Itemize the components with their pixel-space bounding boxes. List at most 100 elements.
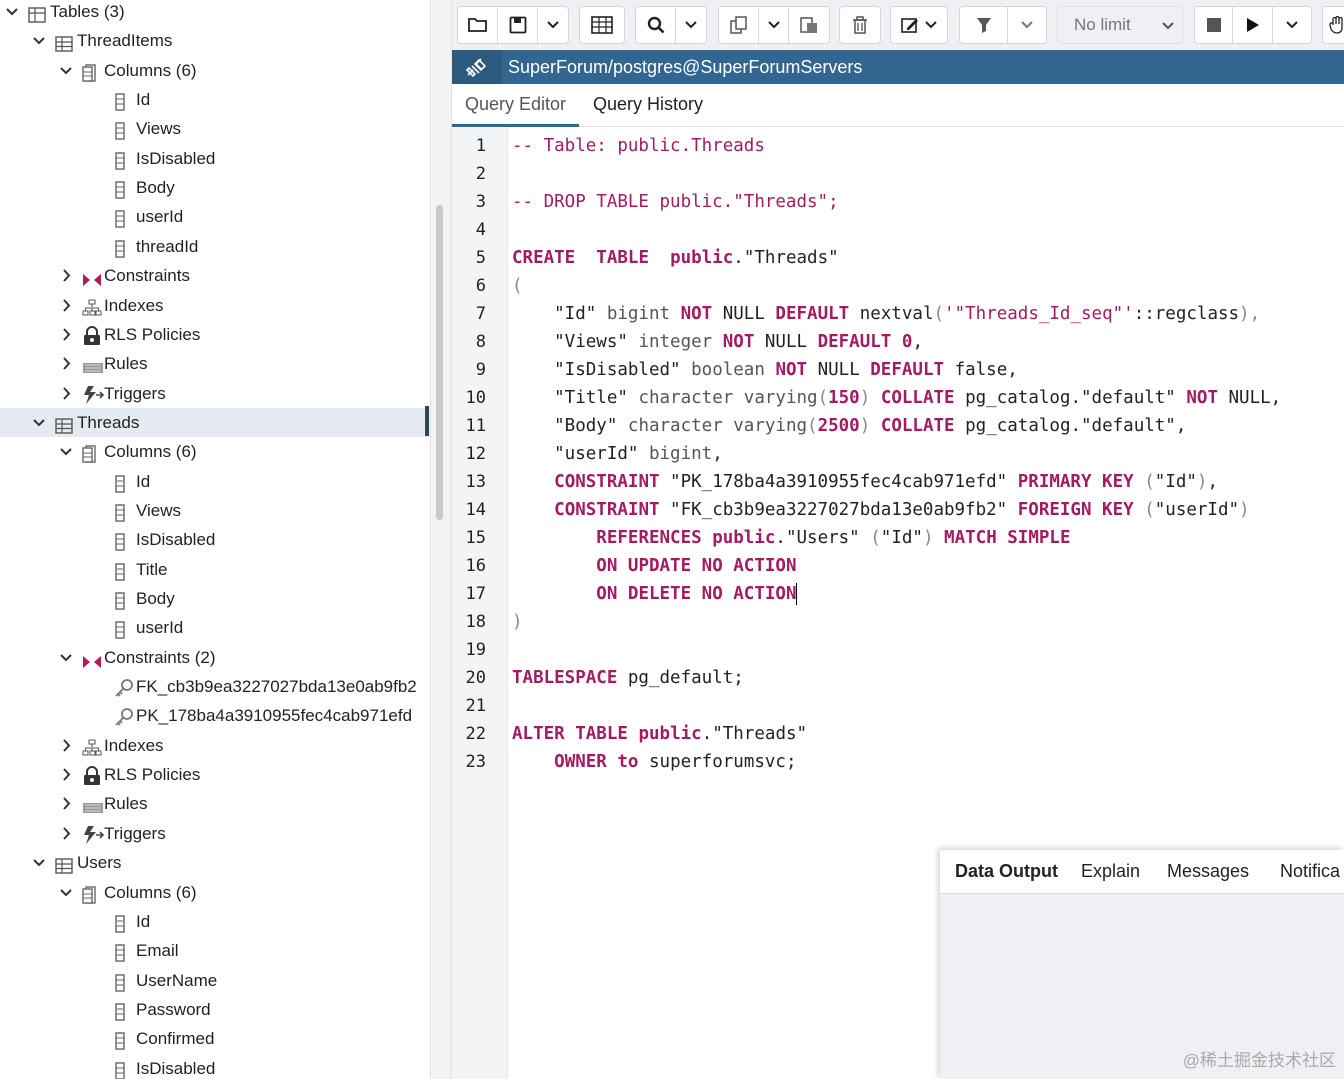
tree-row-isdisabled[interactable]: IsDisabled	[0, 144, 430, 173]
code-token: ,	[912, 332, 923, 352]
delete-group	[839, 6, 881, 44]
code-line: "userId" bigint,	[512, 440, 723, 468]
tree-row-isdisabled[interactable]: IsDisabled	[0, 1054, 430, 1079]
tree-row-userid[interactable]: userId	[0, 613, 430, 642]
execute-dropdown-button[interactable]	[1273, 7, 1311, 43]
chevron-right-icon[interactable]	[59, 819, 73, 848]
tree-row-columns-6[interactable]: Columns (6)	[0, 56, 430, 85]
chevron-right-icon[interactable]	[59, 320, 73, 349]
tree-row-password[interactable]: Password	[0, 995, 430, 1024]
find-button[interactable]	[636, 7, 676, 43]
tree-row-label: Triggers	[104, 383, 166, 403]
table-icon	[55, 414, 73, 434]
tree-row-threaditems[interactable]: ThreadItems	[0, 26, 430, 55]
code-token: TABLE	[596, 248, 649, 268]
chevron-down-icon[interactable]	[32, 848, 46, 877]
view-data-button[interactable]	[580, 7, 624, 43]
tree-row-body[interactable]: Body	[0, 584, 430, 613]
tab-notifications[interactable]: Notifica	[1280, 850, 1340, 893]
tree-row-id[interactable]: Id	[0, 907, 430, 936]
save-button[interactable]	[498, 7, 538, 43]
tree-row-indexes[interactable]: Indexes	[0, 731, 430, 760]
tree-row-tables-3[interactable]: Tables (3)	[0, 0, 430, 26]
tree-row-title[interactable]: Title	[0, 555, 430, 584]
tab-messages[interactable]: Messages	[1167, 850, 1249, 893]
tree-row-label: Views	[136, 119, 182, 139]
chevron-down-icon[interactable]	[59, 878, 73, 907]
tree-row-rls-policies[interactable]: RLS Policies	[0, 760, 430, 789]
column-icon	[114, 120, 132, 141]
row-limit-select[interactable]: No limit	[1057, 6, 1183, 44]
stop-button[interactable]	[1195, 7, 1233, 43]
tree-row-indexes[interactable]: Indexes	[0, 291, 430, 320]
tree-row-rls-policies[interactable]: RLS Policies	[0, 320, 430, 349]
chevron-right-icon[interactable]	[59, 349, 73, 378]
tree-row-email[interactable]: Email	[0, 936, 430, 965]
filter-button[interactable]	[960, 7, 1008, 43]
tree-row-triggers[interactable]: Triggers	[0, 819, 430, 848]
tree-row-constraints-2[interactable]: Constraints (2)	[0, 643, 430, 672]
chevron-right-icon[interactable]	[59, 261, 73, 290]
chevron-right-icon[interactable]	[59, 760, 73, 789]
tab-data-output[interactable]: Data Output	[955, 850, 1058, 893]
tree-row-confirmed[interactable]: Confirmed	[0, 1024, 430, 1053]
tree-scrollbar[interactable]	[436, 205, 443, 520]
tree-row-username[interactable]: UserName	[0, 966, 430, 995]
tree-row-threads[interactable]: Threads	[0, 407, 430, 437]
tab-query-history[interactable]: Query History	[580, 84, 716, 124]
tree-row-id[interactable]: Id	[0, 85, 430, 114]
line-number: 17	[465, 584, 486, 604]
tab-explain[interactable]: Explain	[1081, 850, 1140, 893]
copy-button[interactable]	[719, 7, 759, 43]
chevron-right-icon[interactable]	[59, 291, 73, 320]
tree-row-userid[interactable]: userId	[0, 202, 430, 231]
open-file-button[interactable]	[458, 7, 498, 43]
tree-row-pk-178ba4a3910955fec4cab971efd[interactable]: PK_178ba4a3910955fec4cab971efd	[0, 701, 430, 730]
tab-query-editor[interactable]: Query Editor	[452, 84, 580, 127]
connection-status-button[interactable]	[452, 50, 502, 84]
save-dropdown-button[interactable]	[538, 7, 568, 43]
chevron-down-icon[interactable]	[59, 56, 73, 85]
chevron-right-icon[interactable]	[59, 379, 73, 408]
tree-row-columns-6[interactable]: Columns (6)	[0, 437, 430, 466]
edit-menu-button[interactable]	[891, 7, 947, 43]
chevron-right-icon[interactable]	[59, 789, 73, 818]
copy-dropdown-button[interactable]	[759, 7, 789, 43]
chevron-down-icon[interactable]	[59, 643, 73, 672]
code-token: NULL	[754, 332, 818, 352]
tree-row-fk-cb3b9ea3227027bda13e0ab9fb2[interactable]: FK_cb3b9ea3227027bda13e0ab9fb2	[0, 672, 430, 701]
chevron-right-icon[interactable]	[59, 731, 73, 760]
code-token: CONSTRAINT	[554, 500, 660, 520]
tree-row-label: Rules	[104, 794, 148, 814]
delete-button[interactable]	[840, 7, 880, 43]
line-number: 12	[465, 444, 486, 464]
tree-row-body[interactable]: Body	[0, 173, 430, 202]
panel-splitter[interactable]	[430, 0, 452, 1079]
code-token: "IsDisabled"	[512, 360, 692, 380]
hand-tool-button[interactable]	[1323, 7, 1344, 43]
tree-row-isdisabled[interactable]: IsDisabled	[0, 525, 430, 554]
chevron-down-icon[interactable]	[32, 26, 46, 55]
tree-row-label: Views	[136, 500, 182, 520]
tree-row-rules[interactable]: Rules	[0, 789, 430, 818]
tree-row-columns-6[interactable]: Columns (6)	[0, 878, 430, 907]
tree-row-id[interactable]: Id	[0, 467, 430, 496]
tree-row-threadid[interactable]: threadId	[0, 232, 430, 261]
execute-button[interactable]	[1233, 7, 1273, 43]
tree-row-views[interactable]: Views	[0, 114, 430, 143]
chevron-down-icon[interactable]	[32, 408, 46, 437]
tree-row-constraints[interactable]: Constraints	[0, 261, 430, 290]
paste-button[interactable]	[789, 7, 829, 43]
code-line: REFERENCES public."Users" ("Id") MATCH S…	[512, 524, 1070, 552]
chevron-down-icon[interactable]	[59, 437, 73, 466]
tree-row-rules[interactable]: Rules	[0, 349, 430, 378]
tree-row-users[interactable]: Users	[0, 848, 430, 877]
tree-row-views[interactable]: Views	[0, 496, 430, 525]
line-number: 2	[475, 164, 486, 184]
tree-row-triggers[interactable]: Triggers	[0, 379, 430, 408]
code-token: CREATE	[512, 248, 576, 268]
find-dropdown-button[interactable]	[676, 7, 706, 43]
filter-dropdown-button[interactable]	[1008, 7, 1046, 43]
chevron-down-icon[interactable]	[5, 0, 19, 26]
